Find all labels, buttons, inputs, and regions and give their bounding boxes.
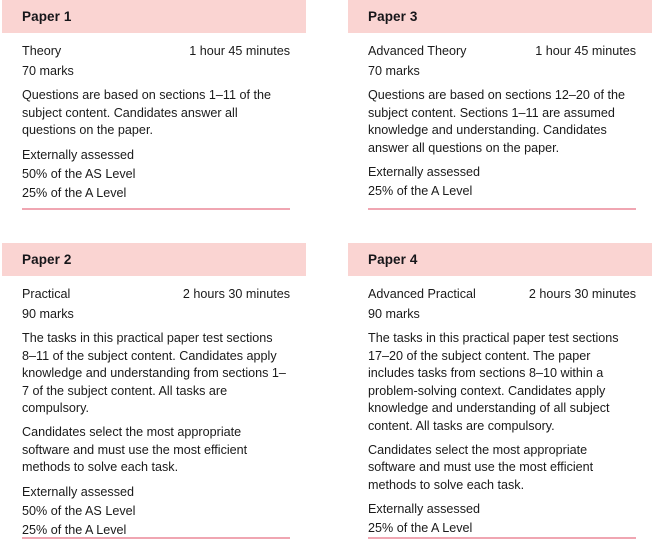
paper-panel-2: Paper 2 Practical 2 hours 30 minutes 90 … bbox=[2, 243, 306, 545]
paper-panel-3-marks: 70 marks bbox=[368, 64, 420, 78]
paper-panel-2-note-1: Externally assessed bbox=[22, 484, 134, 499]
paper-panel-2-duration: 2 hours 30 minutes bbox=[182, 287, 290, 301]
paper-panel-1-header: Paper 1 bbox=[2, 0, 306, 33]
paper-panel-3-note-1: Externally assessed bbox=[368, 165, 480, 180]
paper-panel-4-paragraph-1: The tasks in this practical paper test s… bbox=[368, 331, 619, 433]
paper-panel-4-body: Advanced Practical 2 hours 30 minutes 90… bbox=[348, 276, 652, 538]
paper-panel-4-rule bbox=[368, 537, 636, 539]
paper-panel-4-note-1: Externally assessed bbox=[368, 502, 480, 517]
paper-panel-1-body: Theory 1 hour 45 minutes 70 marks Questi… bbox=[2, 33, 306, 203]
paper-panel-3-body: Advanced Theory 1 hour 45 minutes 70 mar… bbox=[348, 33, 652, 201]
paper-panel-2-paragraph-1: The tasks in this practical paper test s… bbox=[22, 331, 286, 416]
paper-panel-3-rule bbox=[368, 208, 636, 210]
paper-panel-4-title-row: Advanced Practical 2 hours 30 minutes bbox=[368, 285, 636, 304]
paper-panel-1-note-3: 25% of the A Level bbox=[22, 185, 127, 200]
paper-panel-3-type: Advanced Theory bbox=[368, 44, 467, 58]
paper-panel-1-paragraph-1: Questions are based on sections 1–11 of … bbox=[22, 88, 272, 138]
paper-panel-3-note-2: 25% of the A Level bbox=[368, 184, 473, 199]
paper-panel-1-duration: 1 hour 45 minutes bbox=[189, 44, 290, 58]
paper-panel-4-type: Advanced Practical bbox=[368, 287, 476, 301]
paper-panel-2-header: Paper 2 bbox=[2, 243, 306, 276]
paper-panel-2-title-row: Practical 2 hours 30 minutes bbox=[22, 285, 290, 304]
paper-panel-1-note-1: Externally assessed bbox=[22, 147, 134, 162]
paper-panel-3-paragraph-1: Questions are based on sections 12–20 of… bbox=[368, 88, 625, 155]
paper-panel-3: Paper 3 Advanced Theory 1 hour 45 minute… bbox=[348, 0, 652, 212]
assessment-overview-sheet: Paper 1 Theory 1 hour 45 minutes 70 mark… bbox=[0, 0, 652, 545]
paper-panel-1-type: Theory bbox=[22, 44, 62, 58]
paper-panel-2-marks: 90 marks bbox=[22, 307, 74, 321]
paper-panel-1: Paper 1 Theory 1 hour 45 minutes 70 mark… bbox=[2, 0, 306, 212]
paper-panel-1-note-2: 50% of the AS Level bbox=[22, 166, 136, 181]
paper-panel-4-header: Paper 4 bbox=[348, 243, 652, 276]
paper-panel-3-header: Paper 3 bbox=[348, 0, 652, 33]
paper-panel-4-duration: 2 hours 30 minutes bbox=[528, 287, 636, 301]
paper-panel-4-note-2: 25% of the A Level bbox=[368, 521, 473, 536]
paper-panel-2-note-2: 50% of the AS Level bbox=[22, 503, 136, 518]
paper-panel-4-paragraph-2: Candidates select the most appropriate s… bbox=[368, 442, 594, 492]
paper-panel-1-rule bbox=[22, 208, 290, 210]
paper-panel-4-marks: 90 marks bbox=[368, 307, 420, 321]
paper-panel-2-rule bbox=[22, 537, 290, 539]
paper-panel-3-title-row: Advanced Theory 1 hour 45 minutes bbox=[368, 42, 636, 61]
paper-panel-3-duration: 1 hour 45 minutes bbox=[535, 44, 636, 58]
paper-panel-1-marks: 70 marks bbox=[22, 64, 74, 78]
paper-panel-1-title-row: Theory 1 hour 45 minutes bbox=[22, 42, 290, 61]
paper-panel-2-paragraph-2: Candidates select the most appropriate s… bbox=[22, 424, 248, 475]
paper-panel-2-body: Practical 2 hours 30 minutes 90 marks Th… bbox=[2, 276, 306, 540]
paper-panel-4: Paper 4 Advanced Practical 2 hours 30 mi… bbox=[348, 243, 652, 545]
paper-panel-2-type: Practical bbox=[22, 287, 71, 301]
